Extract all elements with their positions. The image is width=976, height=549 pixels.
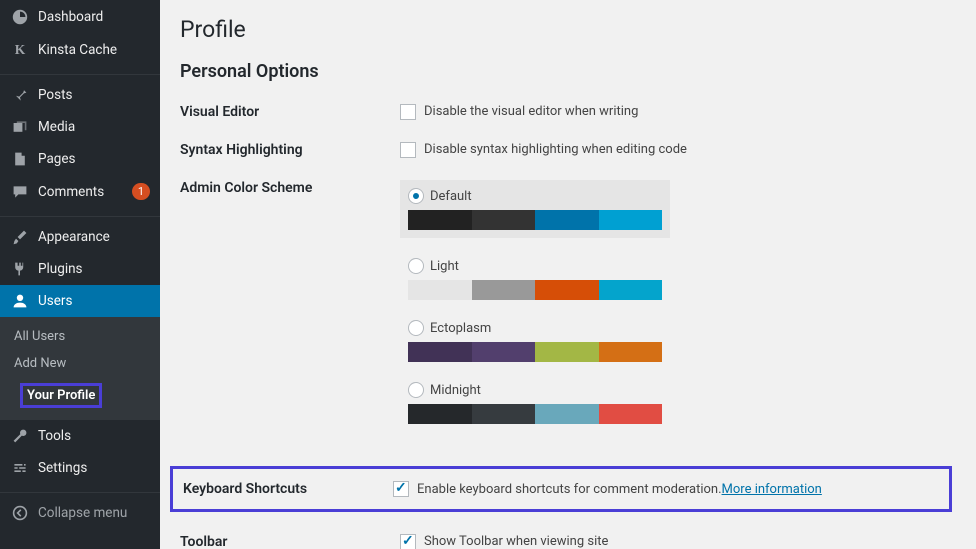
sidebar-item-settings[interactable]: Settings xyxy=(0,452,160,484)
dashboard-icon xyxy=(10,8,30,26)
syntax-label: Syntax Highlighting xyxy=(180,142,400,158)
media-icon xyxy=(10,119,30,135)
scheme-light[interactable]: Light xyxy=(400,258,670,300)
page-title: Profile xyxy=(180,16,956,43)
sidebar-item-media[interactable]: Media xyxy=(0,111,160,143)
sidebar-item-comments[interactable]: Comments 1 xyxy=(0,175,160,208)
scheme-ectoplasm[interactable]: Ectoplasm xyxy=(400,320,670,362)
user-icon xyxy=(10,293,30,309)
collapse-label: Collapse menu xyxy=(38,505,150,521)
color-scheme-label: Admin Color Scheme xyxy=(180,180,400,444)
sidebar-item-label: Users xyxy=(38,293,150,309)
sidebar-item-label: Appearance xyxy=(38,229,150,245)
scheme-midnight-swatch xyxy=(408,404,662,424)
content-area: Profile Personal Options Visual Editor D… xyxy=(160,0,976,549)
comment-icon xyxy=(10,184,30,200)
scheme-light-swatch xyxy=(408,280,662,300)
users-submenu: All Users Add New Your Profile xyxy=(0,317,160,420)
sidebar-item-label: Plugins xyxy=(38,261,150,277)
comments-badge: 1 xyxy=(132,183,150,200)
row-toolbar: Toolbar Show Toolbar when viewing site xyxy=(180,534,956,549)
section-personal-options: Personal Options xyxy=(180,61,956,82)
sliders-icon xyxy=(10,460,30,476)
scheme-ectoplasm-radio[interactable] xyxy=(408,320,424,336)
wrench-icon xyxy=(10,428,30,444)
scheme-midnight-radio[interactable] xyxy=(408,382,424,398)
your-profile-highlight: Your Profile xyxy=(20,383,102,408)
sidebar-item-posts[interactable]: Posts xyxy=(0,79,160,111)
page-icon xyxy=(10,151,30,167)
scheme-default[interactable]: Default xyxy=(400,180,670,238)
admin-sidebar: Dashboard K Kinsta Cache Posts Media Pag… xyxy=(0,0,160,549)
menu-separator xyxy=(0,488,160,493)
menu-separator xyxy=(0,212,160,217)
brush-icon xyxy=(10,229,30,245)
sidebar-item-pages[interactable]: Pages xyxy=(0,143,160,175)
scheme-ectoplasm-swatch xyxy=(408,342,662,362)
keyboard-field: Enable keyboard shortcuts for comment mo… xyxy=(393,481,939,497)
sidebar-item-label: Tools xyxy=(38,428,150,444)
sidebar-item-label: Settings xyxy=(38,460,150,476)
sidebar-item-label: Posts xyxy=(38,87,150,103)
sidebar-item-label: Pages xyxy=(38,151,150,167)
row-keyboard-shortcuts-highlight: Keyboard Shortcuts Enable keyboard short… xyxy=(170,466,952,512)
keyboard-label: Keyboard Shortcuts xyxy=(183,481,393,497)
scheme-default-swatch xyxy=(408,210,662,230)
syntax-checkbox[interactable] xyxy=(400,142,416,158)
sidebar-item-users[interactable]: Users xyxy=(0,285,160,317)
visual-editor-text: Disable the visual editor when writing xyxy=(424,104,638,120)
collapse-menu[interactable]: Collapse menu xyxy=(0,497,160,529)
collapse-icon xyxy=(10,505,30,521)
pin-icon xyxy=(10,87,30,103)
sidebar-item-label: Kinsta Cache xyxy=(38,42,150,58)
sub-add-new[interactable]: Add New xyxy=(0,350,160,377)
row-syntax-highlight: Syntax Highlighting Disable syntax highl… xyxy=(180,142,956,158)
toolbar-label: Toolbar xyxy=(180,534,400,549)
sidebar-item-label: Media xyxy=(38,119,150,135)
syntax-text: Disable syntax highlighting when editing… xyxy=(424,142,687,158)
keyboard-text: Enable keyboard shortcuts for comment mo… xyxy=(417,482,722,497)
plug-icon xyxy=(10,261,30,277)
sidebar-item-kinsta[interactable]: K Kinsta Cache xyxy=(0,34,160,66)
row-color-scheme: Admin Color Scheme Default Light Ectopla… xyxy=(180,180,956,444)
scheme-ectoplasm-label: Ectoplasm xyxy=(430,321,491,336)
scheme-light-radio[interactable] xyxy=(408,258,424,274)
sidebar-item-tools[interactable]: Tools xyxy=(0,420,160,452)
sidebar-item-appearance[interactable]: Appearance xyxy=(0,221,160,253)
sidebar-item-dashboard[interactable]: Dashboard xyxy=(0,0,160,34)
row-visual-editor: Visual Editor Disable the visual editor … xyxy=(180,104,956,120)
scheme-default-label: Default xyxy=(430,189,472,204)
sidebar-item-plugins[interactable]: Plugins xyxy=(0,253,160,285)
keyboard-checkbox[interactable] xyxy=(393,481,409,497)
scheme-midnight-label: Midnight xyxy=(430,383,481,398)
kinsta-icon: K xyxy=(10,42,30,58)
sub-your-profile[interactable]: Your Profile xyxy=(0,377,160,414)
menu-separator xyxy=(0,70,160,75)
sidebar-item-label: Comments xyxy=(38,184,128,200)
more-information-link[interactable]: More information xyxy=(722,482,822,497)
visual-editor-checkbox[interactable] xyxy=(400,104,416,120)
scheme-midnight[interactable]: Midnight xyxy=(400,382,670,424)
toolbar-checkbox[interactable] xyxy=(400,534,416,549)
color-scheme-field: Default Light Ectoplasm Midnight xyxy=(400,180,956,444)
sidebar-item-label: Dashboard xyxy=(38,9,150,25)
scheme-light-label: Light xyxy=(430,259,459,274)
visual-editor-field: Disable the visual editor when writing xyxy=(400,104,956,120)
toolbar-field: Show Toolbar when viewing site xyxy=(400,534,956,549)
syntax-field: Disable syntax highlighting when editing… xyxy=(400,142,956,158)
sub-all-users[interactable]: All Users xyxy=(0,323,160,350)
toolbar-text: Show Toolbar when viewing site xyxy=(424,534,608,549)
visual-editor-label: Visual Editor xyxy=(180,104,400,120)
scheme-default-radio[interactable] xyxy=(408,188,424,204)
